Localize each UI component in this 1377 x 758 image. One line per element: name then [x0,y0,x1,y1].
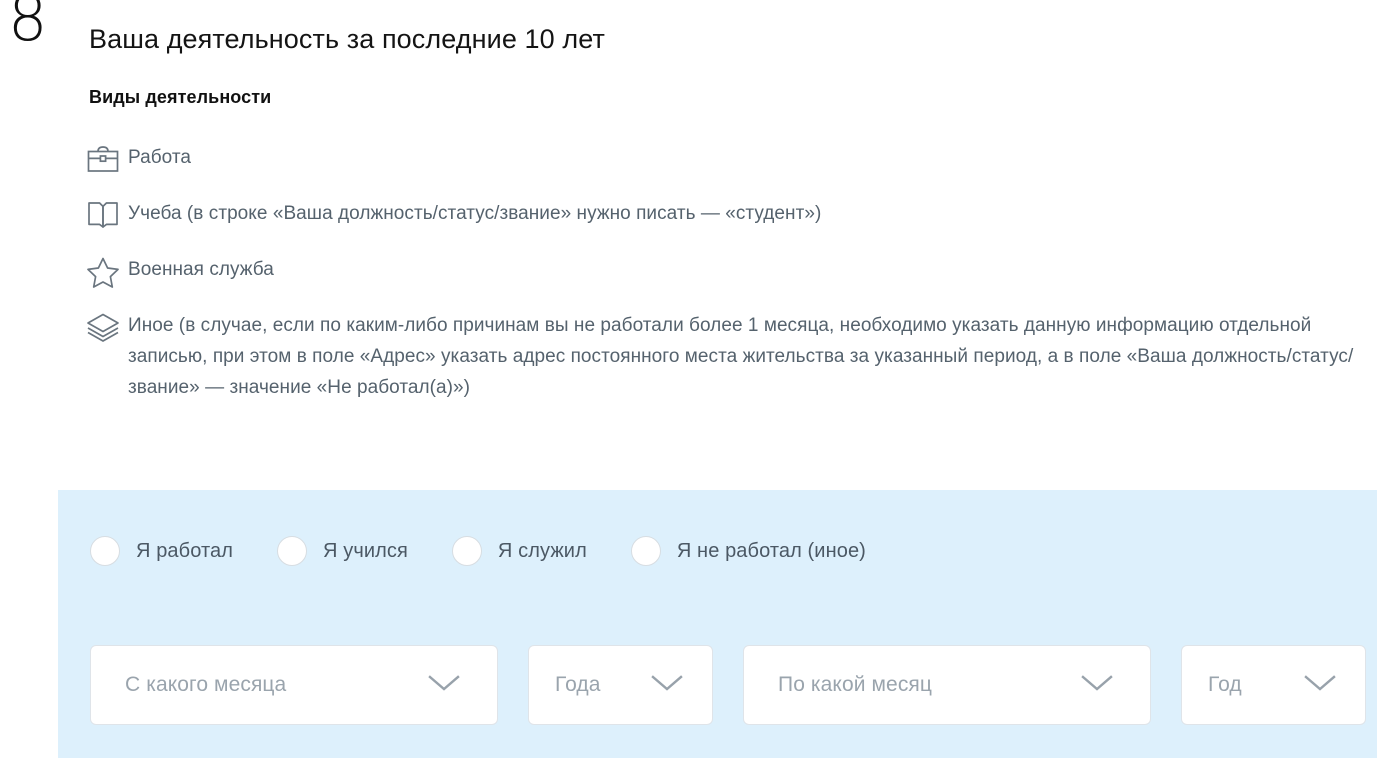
chevron-down-icon[interactable] [650,673,684,698]
chevron-down-icon[interactable] [1080,673,1114,698]
radio-label: Я не работал (иное) [676,539,866,562]
from-month-select-value: С какого месяца [125,673,287,696]
activity-entry-panel: Я работал Я учился Я служил Я не работал… [58,490,1377,758]
briefcase-icon [86,142,128,176]
radio-indicator[interactable] [630,536,661,566]
layers-icon [86,310,128,344]
list-item: Военная служба [86,254,1376,288]
list-item-label: Учеба (в строке «Ваша должность/статус/з… [128,203,822,224]
radio-label: Я работал [136,539,234,562]
from-year-select-value: Года [555,673,601,696]
radio-option-served[interactable]: Я служил [451,536,587,566]
radio-label: Я служил [497,539,587,562]
step-number: 8 [8,0,48,55]
to-year-select-value: Год [1208,673,1242,696]
activity-types-list: Работа Учеба (в строке «Ваша должность/с… [86,142,1376,403]
period-select-row: С какого месяца Года По какой месяц Год [90,645,1366,725]
list-item-label: Работа [128,147,191,168]
activity-type-radio-group: Я работал Я учился Я служил Я не работал… [90,536,866,566]
from-month-select[interactable]: С какого месяца [90,645,498,725]
list-item-label: Иное (в случае, если по каким-либо причи… [128,315,1354,398]
radio-indicator[interactable] [277,536,308,566]
radio-option-not-worked[interactable]: Я не работал (иное) [630,536,866,566]
list-item: Иное (в случае, если по каким-либо причи… [86,310,1376,403]
list-item-label: Военная служба [128,259,274,280]
list-item: Учеба (в строке «Ваша должность/статус/з… [86,198,1376,232]
radio-option-worked[interactable]: Я работал [90,536,233,566]
radio-indicator[interactable] [451,536,482,566]
star-icon [86,254,128,288]
radio-indicator[interactable] [90,536,120,566]
to-year-select[interactable]: Год [1181,645,1366,725]
to-month-select[interactable]: По какой месяц [743,645,1151,725]
page-title: Ваша деятельность за последние 10 лет [89,24,605,54]
from-year-select[interactable]: Года [528,645,713,725]
radio-option-studied[interactable]: Я учился [277,536,408,566]
activity-step-page: 8 Ваша деятельность за последние 10 лет … [0,0,1377,758]
chevron-down-icon[interactable] [427,673,461,698]
chevron-down-icon[interactable] [1303,673,1337,698]
to-month-select-value: По какой месяц [778,673,933,696]
section-subtitle: Виды деятельности [89,87,272,107]
radio-label: Я учился [323,539,408,562]
book-icon [86,198,128,232]
list-item: Работа [86,142,1376,176]
